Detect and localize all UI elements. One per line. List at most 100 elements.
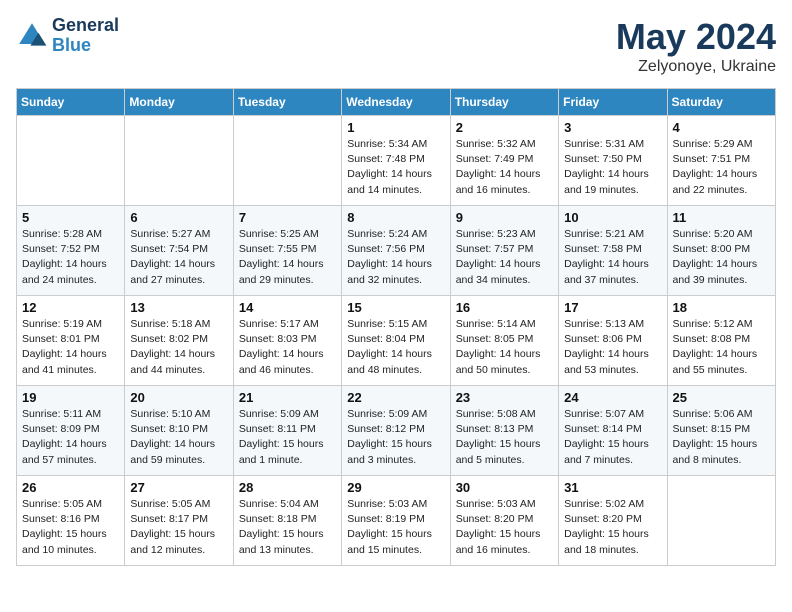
- day-info: Sunrise: 5:05 AM Sunset: 8:16 PM Dayligh…: [22, 497, 119, 558]
- calendar-cell: 7 Sunrise: 5:25 AM Sunset: 7:55 PM Daylig…: [233, 206, 341, 296]
- logo-icon: [16, 20, 48, 52]
- logo: General Blue: [16, 16, 119, 56]
- calendar-cell: 15 Sunrise: 5:15 AM Sunset: 8:04 PM Dayli…: [342, 296, 450, 386]
- calendar-cell: 10Sunrise: 5:21 AM Sunset: 7:58 PM Dayli…: [559, 206, 667, 296]
- day-number: 9: [456, 210, 553, 225]
- calendar-cell: [125, 116, 233, 206]
- calendar-cell: 3 Sunrise: 5:31 AM Sunset: 7:50 PM Daylig…: [559, 116, 667, 206]
- calendar-cell: [233, 116, 341, 206]
- day-info: Sunrise: 5:27 AM Sunset: 7:54 PM Dayligh…: [130, 227, 227, 288]
- day-number: 15: [347, 300, 444, 315]
- day-number: 28: [239, 480, 336, 495]
- day-info: Sunrise: 5:12 AM Sunset: 8:08 PM Dayligh…: [673, 317, 770, 378]
- weekday-header: Wednesday: [342, 89, 450, 116]
- day-info: Sunrise: 5:07 AM Sunset: 8:14 PM Dayligh…: [564, 407, 661, 468]
- day-info: Sunrise: 5:21 AM Sunset: 7:58 PM Dayligh…: [564, 227, 661, 288]
- calendar-cell: 5 Sunrise: 5:28 AM Sunset: 7:52 PM Daylig…: [17, 206, 125, 296]
- calendar-cell: [17, 116, 125, 206]
- day-info: Sunrise: 5:03 AM Sunset: 8:20 PM Dayligh…: [456, 497, 553, 558]
- calendar-cell: [667, 476, 775, 566]
- day-info: Sunrise: 5:04 AM Sunset: 8:18 PM Dayligh…: [239, 497, 336, 558]
- calendar-week-row: 26 Sunrise: 5:05 AM Sunset: 8:16 PM Dayli…: [17, 476, 776, 566]
- calendar-week-row: 19Sunrise: 5:11 AM Sunset: 8:09 PM Dayli…: [17, 386, 776, 476]
- calendar-cell: 23 Sunrise: 5:08 AM Sunset: 8:13 PM Dayli…: [450, 386, 558, 476]
- day-number: 27: [130, 480, 227, 495]
- day-number: 29: [347, 480, 444, 495]
- calendar-cell: 26 Sunrise: 5:05 AM Sunset: 8:16 PM Dayli…: [17, 476, 125, 566]
- calendar-cell: 19Sunrise: 5:11 AM Sunset: 8:09 PM Dayli…: [17, 386, 125, 476]
- day-info: Sunrise: 5:31 AM Sunset: 7:50 PM Dayligh…: [564, 137, 661, 198]
- day-info: Sunrise: 5:23 AM Sunset: 7:57 PM Dayligh…: [456, 227, 553, 288]
- day-info: Sunrise: 5:02 AM Sunset: 8:20 PM Dayligh…: [564, 497, 661, 558]
- calendar-cell: 14Sunrise: 5:17 AM Sunset: 8:03 PM Dayli…: [233, 296, 341, 386]
- day-info: Sunrise: 5:34 AM Sunset: 7:48 PM Dayligh…: [347, 137, 444, 198]
- day-number: 16: [456, 300, 553, 315]
- day-info: Sunrise: 5:24 AM Sunset: 7:56 PM Dayligh…: [347, 227, 444, 288]
- day-number: 3: [564, 120, 661, 135]
- day-info: Sunrise: 5:28 AM Sunset: 7:52 PM Dayligh…: [22, 227, 119, 288]
- calendar-cell: 27 Sunrise: 5:05 AM Sunset: 8:17 PM Dayli…: [125, 476, 233, 566]
- day-number: 18: [673, 300, 770, 315]
- weekday-header: Friday: [559, 89, 667, 116]
- day-info: Sunrise: 5:32 AM Sunset: 7:49 PM Dayligh…: [456, 137, 553, 198]
- day-number: 6: [130, 210, 227, 225]
- day-info: Sunrise: 5:09 AM Sunset: 8:11 PM Dayligh…: [239, 407, 336, 468]
- calendar-cell: 1 Sunrise: 5:34 AM Sunset: 7:48 PM Daylig…: [342, 116, 450, 206]
- day-number: 31: [564, 480, 661, 495]
- calendar-week-row: 12Sunrise: 5:19 AM Sunset: 8:01 PM Dayli…: [17, 296, 776, 386]
- day-number: 30: [456, 480, 553, 495]
- calendar-header: SundayMondayTuesdayWednesdayThursdayFrid…: [17, 89, 776, 116]
- day-info: Sunrise: 5:13 AM Sunset: 8:06 PM Dayligh…: [564, 317, 661, 378]
- calendar-cell: 9 Sunrise: 5:23 AM Sunset: 7:57 PM Daylig…: [450, 206, 558, 296]
- calendar-cell: 8 Sunrise: 5:24 AM Sunset: 7:56 PM Daylig…: [342, 206, 450, 296]
- day-number: 11: [673, 210, 770, 225]
- calendar-body: 1 Sunrise: 5:34 AM Sunset: 7:48 PM Daylig…: [17, 116, 776, 566]
- calendar-cell: 18 Sunrise: 5:12 AM Sunset: 8:08 PM Dayli…: [667, 296, 775, 386]
- day-number: 12: [22, 300, 119, 315]
- day-number: 23: [456, 390, 553, 405]
- day-info: Sunrise: 5:25 AM Sunset: 7:55 PM Dayligh…: [239, 227, 336, 288]
- day-info: Sunrise: 5:17 AM Sunset: 8:03 PM Dayligh…: [239, 317, 336, 378]
- day-number: 26: [22, 480, 119, 495]
- day-number: 1: [347, 120, 444, 135]
- calendar-cell: 2 Sunrise: 5:32 AM Sunset: 7:49 PM Daylig…: [450, 116, 558, 206]
- calendar-cell: 17 Sunrise: 5:13 AM Sunset: 8:06 PM Dayli…: [559, 296, 667, 386]
- day-number: 25: [673, 390, 770, 405]
- day-info: Sunrise: 5:18 AM Sunset: 8:02 PM Dayligh…: [130, 317, 227, 378]
- day-info: Sunrise: 5:08 AM Sunset: 8:13 PM Dayligh…: [456, 407, 553, 468]
- day-info: Sunrise: 5:05 AM Sunset: 8:17 PM Dayligh…: [130, 497, 227, 558]
- day-number: 8: [347, 210, 444, 225]
- weekday-header: Thursday: [450, 89, 558, 116]
- day-info: Sunrise: 5:14 AM Sunset: 8:05 PM Dayligh…: [456, 317, 553, 378]
- title-block: May 2024 Zelyonoye, Ukraine: [616, 16, 776, 76]
- weekday-header: Saturday: [667, 89, 775, 116]
- location-subtitle: Zelyonoye, Ukraine: [616, 58, 776, 76]
- day-number: 24: [564, 390, 661, 405]
- calendar-cell: 29Sunrise: 5:03 AM Sunset: 8:19 PM Dayli…: [342, 476, 450, 566]
- calendar-cell: 30 Sunrise: 5:03 AM Sunset: 8:20 PM Dayli…: [450, 476, 558, 566]
- day-number: 17: [564, 300, 661, 315]
- day-number: 7: [239, 210, 336, 225]
- weekday-header: Sunday: [17, 89, 125, 116]
- day-number: 13: [130, 300, 227, 315]
- weekday-header: Tuesday: [233, 89, 341, 116]
- calendar-cell: 31 Sunrise: 5:02 AM Sunset: 8:20 PM Dayli…: [559, 476, 667, 566]
- calendar-cell: 6 Sunrise: 5:27 AM Sunset: 7:54 PM Daylig…: [125, 206, 233, 296]
- logo-line1: General: [52, 16, 119, 36]
- calendar-cell: 25Sunrise: 5:06 AM Sunset: 8:15 PM Dayli…: [667, 386, 775, 476]
- day-number: 5: [22, 210, 119, 225]
- month-title: May 2024: [616, 16, 776, 58]
- calendar-week-row: 1 Sunrise: 5:34 AM Sunset: 7:48 PM Daylig…: [17, 116, 776, 206]
- calendar-cell: 11Sunrise: 5:20 AM Sunset: 8:00 PM Dayli…: [667, 206, 775, 296]
- day-info: Sunrise: 5:15 AM Sunset: 8:04 PM Dayligh…: [347, 317, 444, 378]
- day-info: Sunrise: 5:11 AM Sunset: 8:09 PM Dayligh…: [22, 407, 119, 468]
- calendar-cell: 16 Sunrise: 5:14 AM Sunset: 8:05 PM Dayli…: [450, 296, 558, 386]
- calendar-table: SundayMondayTuesdayWednesdayThursdayFrid…: [16, 88, 776, 566]
- day-number: 22: [347, 390, 444, 405]
- day-number: 4: [673, 120, 770, 135]
- day-number: 21: [239, 390, 336, 405]
- calendar-cell: 21 Sunrise: 5:09 AM Sunset: 8:11 PM Dayli…: [233, 386, 341, 476]
- page-header: General Blue May 2024 Zelyonoye, Ukraine: [16, 16, 776, 76]
- day-number: 2: [456, 120, 553, 135]
- calendar-cell: 20Sunrise: 5:10 AM Sunset: 8:10 PM Dayli…: [125, 386, 233, 476]
